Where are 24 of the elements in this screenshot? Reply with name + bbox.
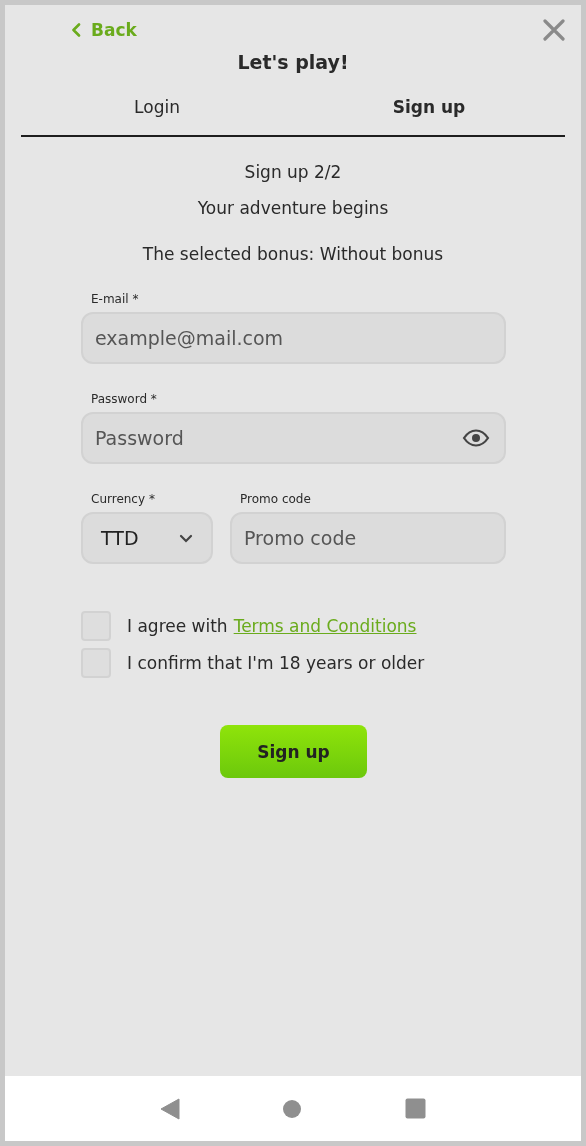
checkbox-label: I agree with [127, 616, 228, 636]
checkbox-label: I confirm that I'm 18 years or older [127, 653, 425, 673]
square-icon[interactable] [404, 1098, 426, 1119]
page-title: Let's play! [236, 51, 350, 73]
eye-icon[interactable] [462, 429, 490, 447]
currency-select[interactable]: TTD [81, 512, 213, 564]
home-circle-icon[interactable] [282, 1098, 303, 1119]
tab[interactable]: Sign up [293, 97, 565, 135]
field-label: Password * [90, 392, 158, 406]
close-icon[interactable] [543, 19, 565, 41]
email-field[interactable]: example@mail.com [81, 312, 506, 364]
field-label: Currency * [90, 492, 156, 506]
sign-up-button[interactable]: Sign up [220, 725, 367, 778]
promo-code-field[interactable]: Promo code [230, 512, 506, 564]
back-triangle-icon[interactable] [160, 1097, 181, 1120]
tab[interactable]: Login [21, 97, 293, 135]
password-field[interactable]: Password [81, 412, 506, 464]
field-label: E-mail * [90, 292, 140, 306]
subtitle: Your adventure begins [196, 198, 390, 218]
step-indicator: Sign up 2/2 [243, 162, 343, 182]
bonus-text: The selected bonus: Without bonus [141, 244, 445, 264]
chevron-left-icon [71, 23, 81, 37]
field-label: Promo code [239, 492, 312, 506]
chevron-down-icon [179, 533, 193, 543]
